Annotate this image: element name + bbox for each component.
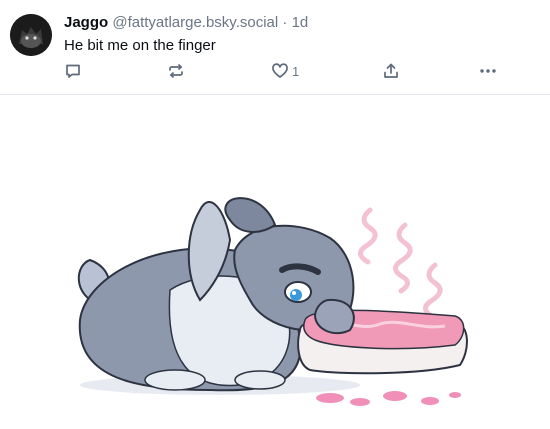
post-divider (0, 94, 550, 95)
repost-icon (167, 62, 185, 80)
smell-lines (358, 207, 443, 320)
post-text: He bit me on the finger (64, 37, 216, 54)
post-image[interactable] (60, 180, 480, 420)
share-button[interactable] (382, 60, 400, 82)
avatar[interactable] (10, 14, 52, 56)
author-name[interactable]: Jaggo (64, 14, 108, 31)
post-time[interactable]: 1d (292, 14, 309, 31)
post: Jaggo @fattyatlarge.bsky.social · 1d He … (0, 0, 550, 95)
reply-button[interactable] (64, 60, 82, 82)
header-separator: · (282, 14, 288, 31)
share-icon (382, 62, 400, 80)
like-button[interactable]: 1 (271, 60, 299, 82)
repost-button[interactable] (167, 60, 185, 82)
heart-icon (271, 62, 289, 80)
more-icon (478, 62, 498, 80)
like-count: 1 (292, 63, 300, 79)
post-header: Jaggo @fattyatlarge.bsky.social · 1d (64, 14, 308, 32)
more-button[interactable] (478, 60, 498, 82)
reply-icon (64, 62, 82, 80)
post-actions: 1 (64, 60, 504, 82)
author-handle[interactable]: @fattyatlarge.bsky.social (112, 14, 278, 31)
